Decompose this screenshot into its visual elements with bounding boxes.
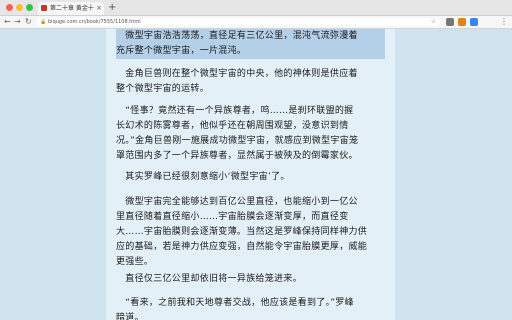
page-background-right [395,29,512,320]
text-line: 直径仅三亿公里却依旧将一异族给笼进来。 [116,274,303,284]
page-background-left [0,29,106,320]
paragraph: 微型宇宙完全能够达到百亿公里直径，也能缩小到一亿公 里直径随着直径缩小……宇宙胎… [106,195,395,270]
paragraph: 微型宇宙浩浩荡荡，直径足有三亿公里，混沌气流弥漫着 充斥整个微型宇宙，一片混沌。 [106,29,395,59]
text-line: 应的基础，若是神力供应变强，自然能令宇宙胎膜更厚，威能 [116,242,368,252]
text-line: “看来，之前我和天地尊者交战，他应该是看到了。”罗峰 [116,298,354,308]
text-line: 整个微型宇宙的运转。 [116,84,210,94]
chapter-content: 微型宇宙浩浩荡荡，直径足有三亿公里，混沌气流弥漫着 充斥整个微型宇宙，一片混沌。… [106,29,395,320]
text-line: 大……宇宙胎膜则会逐渐变薄。当然这是罗峰保持同样神力供 [116,227,368,237]
text-line: “怪事？竟然还有一个异族尊者，呜……是刹环联盟的握 [116,106,354,116]
extension-icon[interactable] [470,18,478,26]
paragraph: 其实罗峰已经很刻意缩小‘微型宇宙’了。 [106,170,395,185]
lock-icon: 🔒 [40,19,47,25]
text-line: 微型宇宙浩浩荡荡，直径足有三亿公里，混沌气流弥漫着 [116,29,385,44]
text-line: 长幻术的陈雾尊者，他似乎还在朝周围观望，没意识到情 [116,121,349,131]
text-line: 金角巨兽则在整个微型宇宙的中央，他的神体则是供应着 [116,69,358,79]
new-tab-button[interactable]: + [108,1,116,14]
browser-menu-icon[interactable]: ⋮ [500,16,508,28]
text-line: 充斥整个微型宇宙，一片混沌。 [116,44,385,59]
minimize-window-button[interactable] [16,4,23,11]
paragraph: 直径仅三亿公里却依旧将一异族给笼进来。 [106,272,395,287]
text-line: 况。”金角巨兽刚一施展成功微型宇宙，就感应到微型宇宙笼 [116,136,359,146]
paragraph: “怪事？竟然还有一个异族尊者，呜……是刹环联盟的握 长幻术的陈雾尊者，他似乎还在… [106,104,395,164]
extension-icon[interactable] [458,18,466,26]
forward-arrow-icon[interactable]: → [14,16,21,28]
url-text[interactable]: biquge.com.cn/book/7555/1108.html [48,18,141,26]
paragraph: “看来，之前我和天地尊者交战，他应该是看到了。”罗峰 暗道。 [106,296,395,320]
tab-close-icon[interactable]: × [96,2,102,15]
tab-title: 第二十章 黄金十段 | 斗罗... [50,5,94,12]
back-arrow-icon[interactable]: ← [4,16,11,28]
text-line: 更强些。 [116,257,154,267]
paragraph: 金角巨兽则在整个微型宇宙的中央，他的神体则是供应着 整个微型宇宙的运转。 [106,67,395,97]
bookmark-star-icon[interactable]: ☆ [431,18,436,26]
close-window-button[interactable] [6,4,13,11]
text-line: 里直径随着直径缩小……宇宙胎膜会逐渐变厚，而直径变 [116,212,349,222]
text-line: 微型宇宙完全能够达到百亿公里直径，也能缩小到一亿公 [116,197,358,207]
browser-tab-strip: 第二十章 黄金十段 | 斗罗... × + [0,0,512,16]
favicon-icon [41,5,47,11]
extension-icon[interactable] [446,18,454,26]
reload-icon[interactable]: ↻ [25,16,32,28]
text-line: 其实罗峰已经很刻意缩小‘微型宇宙’了。 [116,172,290,182]
zoom-window-button[interactable] [26,4,33,11]
browser-tab[interactable]: 第二十章 黄金十段 | 斗罗... × [38,2,104,15]
text-line: 罩范围内多了一个异族尊者，显然属于被殃及的倒霉家伙。 [116,151,358,161]
browser-toolbar: ← → ↻ 🔒 biquge.com.cn/book/7555/1108.htm… [0,16,512,29]
address-bar[interactable]: 🔒 biquge.com.cn/book/7555/1108.html ☆ [36,18,440,26]
text-line: 暗道。 [116,313,144,320]
